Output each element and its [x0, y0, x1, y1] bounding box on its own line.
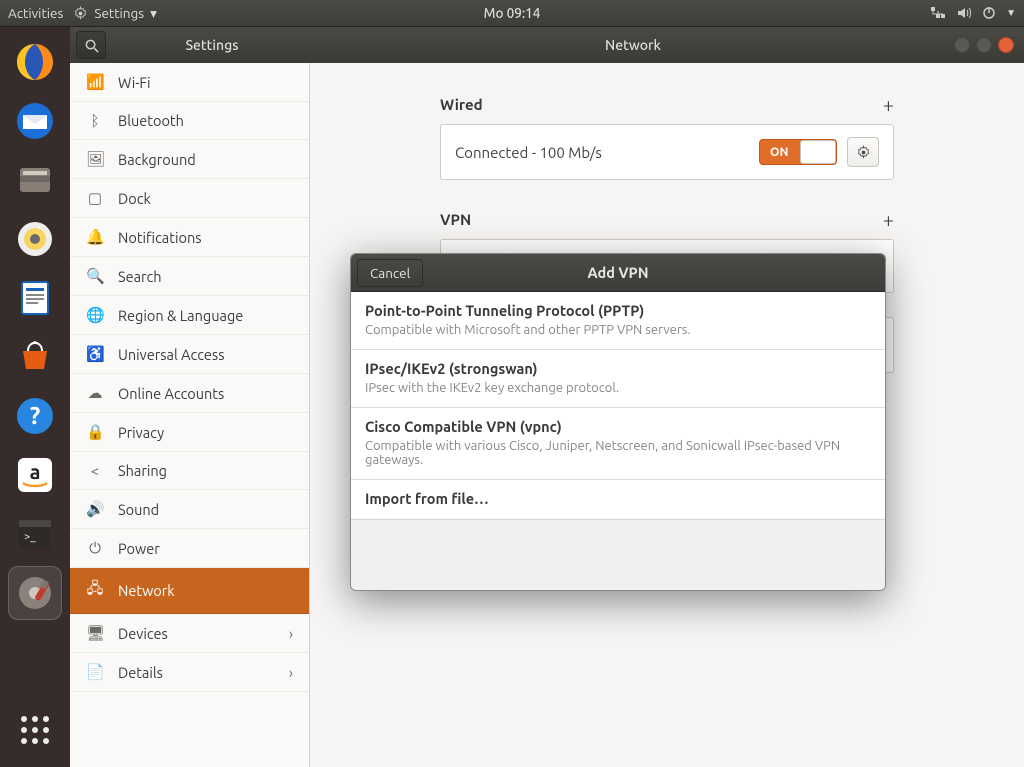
svg-text:a: a — [30, 460, 41, 483]
launcher-help[interactable]: ? — [8, 389, 62, 443]
chevron-down-icon: ▾ — [150, 5, 157, 22]
clock[interactable]: Mo 09:14 — [484, 5, 541, 21]
launcher-rhythmbox[interactable] — [8, 212, 62, 266]
power-indicator-icon[interactable] — [982, 6, 996, 20]
volume-indicator-icon[interactable] — [956, 6, 972, 20]
option-title: Import from file… — [365, 490, 871, 507]
vpn-option-2[interactable]: Cisco Compatible VPN (vpnc) Compatible wi… — [351, 408, 885, 480]
launcher-software[interactable] — [8, 330, 62, 384]
launcher-settings[interactable] — [8, 566, 62, 620]
show-applications[interactable] — [8, 703, 62, 757]
vpn-option-1[interactable]: IPsec/IKEv2 (strongswan) IPsec with the I… — [351, 350, 885, 408]
svg-text:>_: >_ — [24, 531, 36, 543]
top-bar: Activities Settings ▾ Mo 09:14 ▼ — [0, 0, 1024, 27]
vpn-option-0[interactable]: Point-to-Point Tunneling Protocol (PPTP)… — [351, 292, 885, 350]
option-title: Cisco Compatible VPN (vpnc) — [365, 418, 871, 435]
network-indicator-icon[interactable] — [930, 6, 946, 20]
appmenu-label: Settings — [94, 5, 144, 21]
svg-text:?: ? — [30, 402, 41, 429]
option-desc: IPsec with the IKEv2 key exchange protoc… — [365, 381, 871, 395]
dialog-padding — [351, 520, 885, 590]
launcher-dock: ? a >_ — [0, 27, 70, 767]
option-title: Point-to-Point Tunneling Protocol (PPTP) — [365, 302, 871, 319]
chevron-down-icon[interactable]: ▼ — [1006, 7, 1016, 19]
option-title: IPsec/IKEv2 (strongswan) — [365, 360, 871, 377]
launcher-thunderbird[interactable] — [8, 94, 62, 148]
launcher-terminal[interactable]: >_ — [8, 507, 62, 561]
appmenu[interactable]: Settings ▾ — [73, 5, 157, 22]
vpn-option-import[interactable]: Import from file… — [351, 480, 885, 520]
launcher-files[interactable] — [8, 153, 62, 207]
gear-icon — [73, 6, 88, 21]
modal-overlay: Cancel Add VPN Point-to-Point Tunneling … — [70, 27, 1024, 767]
option-desc: Compatible with various Cisco, Juniper, … — [365, 439, 871, 467]
dialog-title: Add VPN — [587, 264, 648, 281]
launcher-firefox[interactable] — [8, 35, 62, 89]
activities-button[interactable]: Activities — [8, 5, 63, 21]
launcher-writer[interactable] — [8, 271, 62, 325]
dialog-header: Cancel Add VPN — [351, 254, 885, 292]
cancel-button[interactable]: Cancel — [357, 259, 423, 287]
launcher-amazon[interactable]: a — [8, 448, 62, 502]
add-vpn-dialog: Cancel Add VPN Point-to-Point Tunneling … — [350, 253, 886, 591]
option-desc: Compatible with Microsoft and other PPTP… — [365, 323, 871, 337]
